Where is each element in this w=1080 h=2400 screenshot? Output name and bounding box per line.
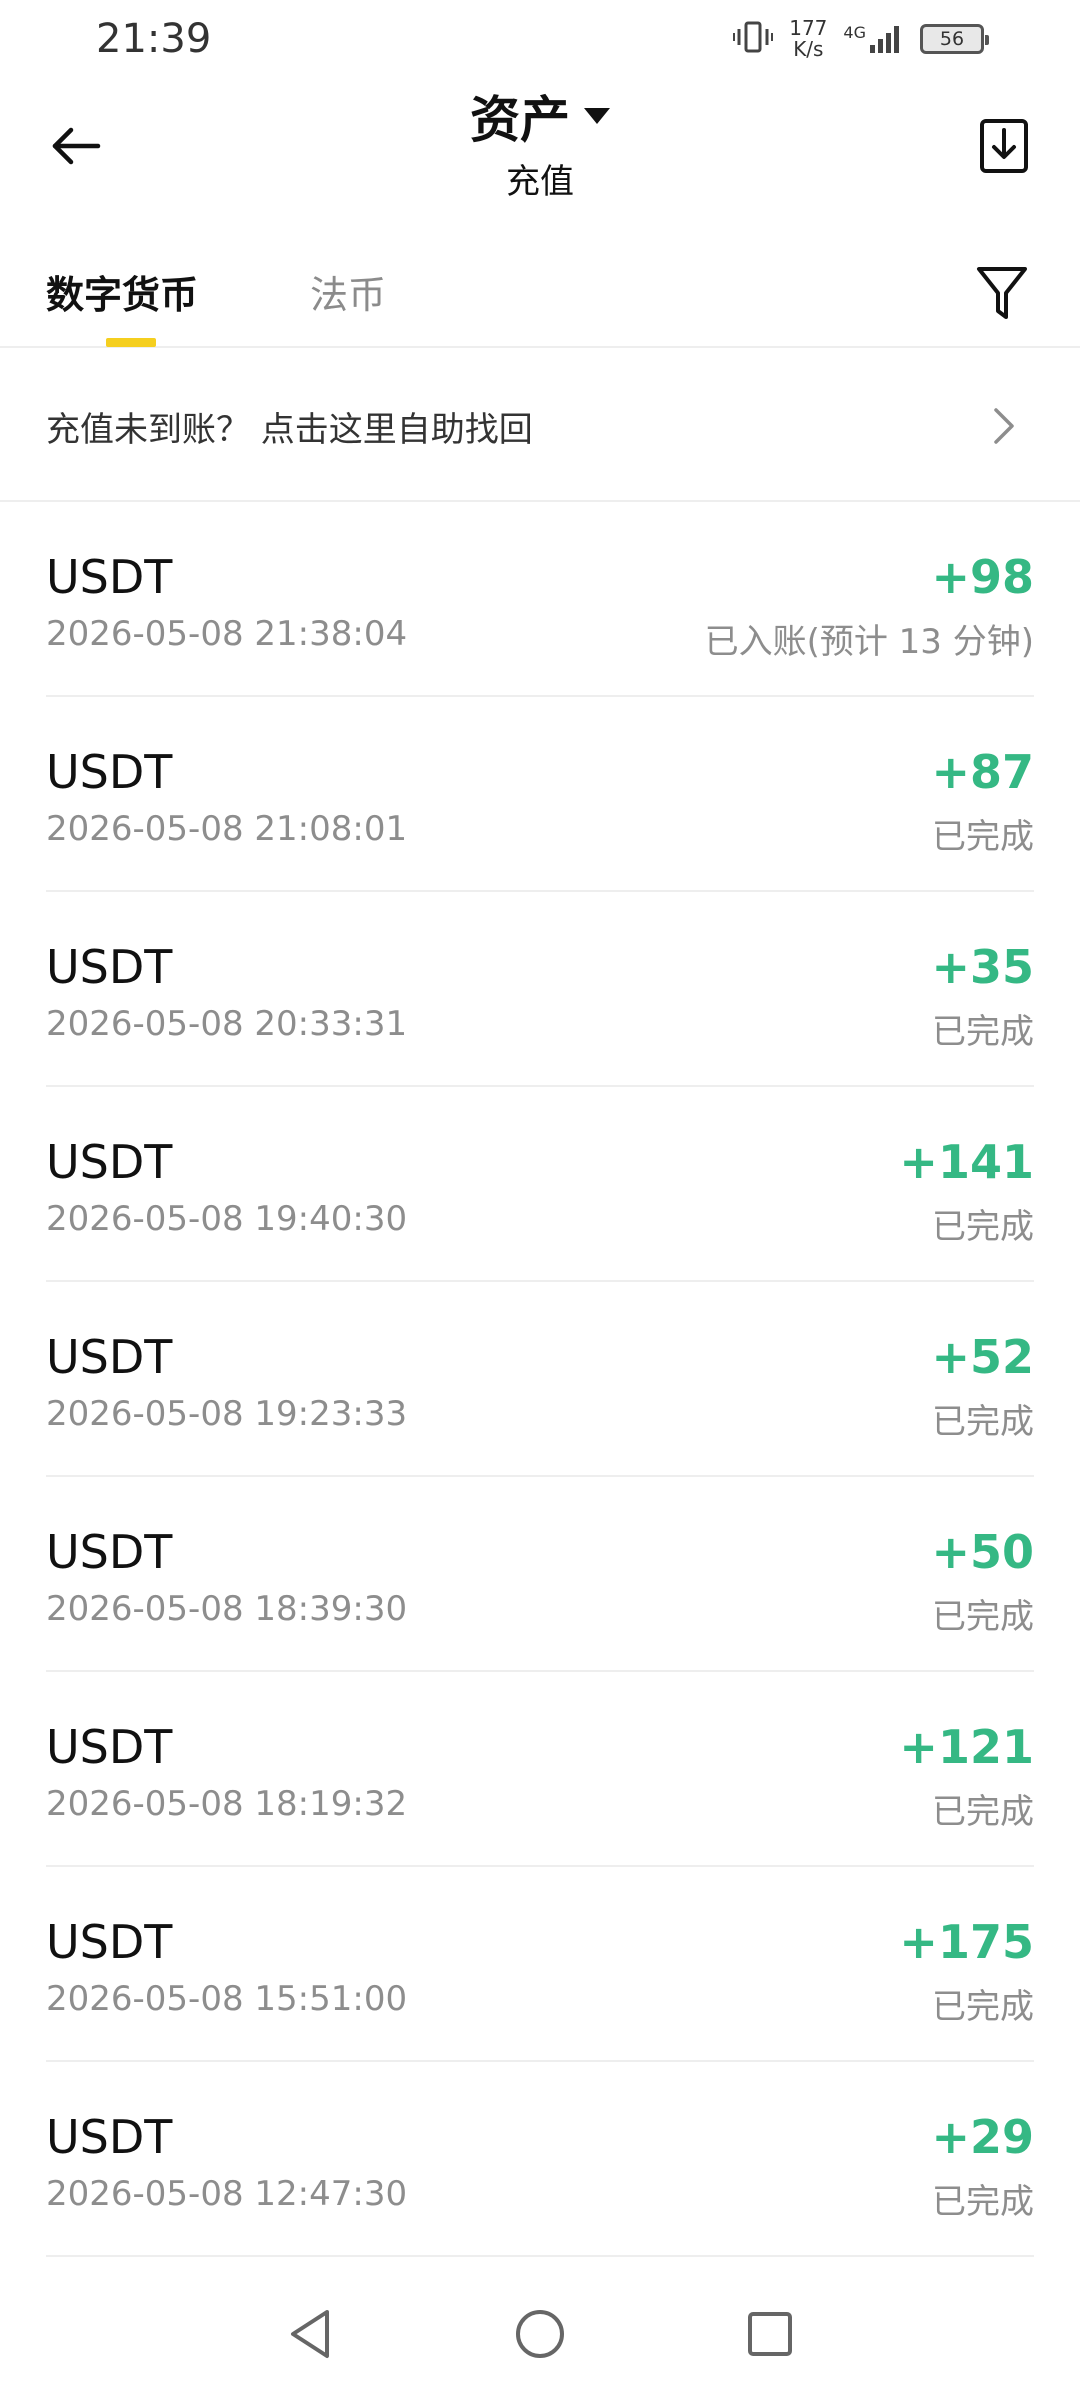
record-time: 2026-05-08 20:33:31 bbox=[46, 1004, 408, 1044]
network-speed-unit: K/s bbox=[793, 37, 824, 61]
nav-back-button[interactable] bbox=[272, 2296, 348, 2372]
record-time: 2026-05-08 15:51:00 bbox=[46, 1979, 408, 2019]
coin-name: USDT bbox=[46, 940, 173, 994]
record-status: 已完成 bbox=[932, 817, 1034, 857]
record-status: 已完成 bbox=[932, 1402, 1034, 1442]
status-time: 21:39 bbox=[96, 16, 212, 62]
status-icons: 177 K/s 4G 56 bbox=[733, 16, 989, 62]
triangle-back-icon bbox=[291, 2310, 329, 2358]
network-type-label: 4G bbox=[843, 23, 866, 42]
deposit-record-list: USDT 2026-05-08 21:38:04 +98 已入账(预计 13 分… bbox=[0, 502, 1080, 2257]
list-item[interactable]: USDT 2026-05-08 19:23:33 +52 已完成 bbox=[46, 1282, 1034, 1477]
record-amount: +29 bbox=[931, 2110, 1034, 2164]
list-item[interactable]: USDT 2026-05-08 12:47:30 +29 已完成 bbox=[46, 2062, 1034, 2257]
coin-name: USDT bbox=[46, 1915, 173, 1969]
help-banner[interactable]: 充值未到账？ 点击这里自助找回 bbox=[0, 350, 1080, 502]
record-status: 已完成 bbox=[932, 1987, 1034, 2027]
record-amount: +121 bbox=[899, 1720, 1034, 1774]
record-amount: +52 bbox=[931, 1330, 1034, 1384]
list-item[interactable]: USDT 2026-05-08 20:33:31 +35 已完成 bbox=[46, 892, 1034, 1087]
battery-level: 56 bbox=[939, 28, 965, 50]
coin-name: USDT bbox=[46, 1525, 173, 1579]
record-time: 2026-05-08 19:40:30 bbox=[46, 1199, 408, 1239]
app-header: 资产 充值 bbox=[0, 78, 1080, 214]
list-item[interactable]: USDT 2026-05-08 18:39:30 +50 已完成 bbox=[46, 1477, 1034, 1672]
list-item[interactable]: USDT 2026-05-08 15:51:00 +175 已完成 bbox=[46, 1867, 1034, 2062]
coin-name: USDT bbox=[46, 550, 173, 604]
export-button[interactable] bbox=[968, 110, 1040, 182]
list-item[interactable]: USDT 2026-05-08 21:38:04 +98 已入账(预计 13 分… bbox=[46, 502, 1034, 697]
record-status: 已完成 bbox=[932, 1012, 1034, 1052]
coin-name: USDT bbox=[46, 1330, 173, 1384]
record-amount: +50 bbox=[931, 1525, 1034, 1579]
vibrate-icon bbox=[733, 19, 774, 59]
tab-fiat[interactable]: 法币 bbox=[310, 264, 386, 319]
record-time: 2026-05-08 19:23:33 bbox=[46, 1394, 408, 1434]
title-block: 资产 充值 bbox=[0, 78, 1080, 214]
record-time: 2026-05-08 12:47:30 bbox=[46, 2174, 408, 2214]
coin-name: USDT bbox=[46, 2110, 173, 2164]
status-bar: 21:39 177 K/s 4G 56 bbox=[0, 0, 1080, 78]
record-time: 2026-05-08 21:08:01 bbox=[46, 809, 408, 849]
nav-home-button[interactable] bbox=[502, 2296, 578, 2372]
list-item[interactable]: USDT 2026-05-08 18:19:32 +121 已完成 bbox=[46, 1672, 1034, 1867]
record-status: 已完成 bbox=[932, 1207, 1034, 1247]
nav-recent-button[interactable] bbox=[732, 2296, 808, 2372]
signal-icon: 4G bbox=[843, 23, 904, 55]
caret-down-icon bbox=[584, 108, 610, 124]
record-status: 已入账(预计 13 分钟) bbox=[704, 622, 1034, 662]
record-status: 已完成 bbox=[932, 1597, 1034, 1637]
record-time: 2026-05-08 18:39:30 bbox=[46, 1589, 408, 1629]
system-nav-bar bbox=[0, 2268, 1080, 2400]
circle-home-icon bbox=[516, 2310, 564, 2358]
list-item[interactable]: USDT 2026-05-08 21:08:01 +87 已完成 bbox=[46, 697, 1034, 892]
back-button[interactable] bbox=[40, 110, 112, 182]
tab-bar: 数字货币 法币 bbox=[0, 240, 1080, 348]
battery-indicator: 56 bbox=[920, 24, 989, 54]
square-recent-icon bbox=[748, 2312, 792, 2356]
coin-name: USDT bbox=[46, 1720, 173, 1774]
coin-name: USDT bbox=[46, 745, 173, 799]
record-time: 2026-05-08 21:38:04 bbox=[46, 614, 408, 654]
record-status: 已完成 bbox=[932, 2182, 1034, 2222]
record-amount: +141 bbox=[899, 1135, 1034, 1189]
record-amount: +98 bbox=[931, 550, 1034, 604]
record-status: 已完成 bbox=[932, 1792, 1034, 1832]
filter-icon bbox=[977, 267, 1027, 319]
filter-button[interactable] bbox=[968, 260, 1036, 328]
record-amount: +35 bbox=[931, 940, 1034, 994]
active-tab-indicator bbox=[106, 338, 156, 347]
network-speed: 177 K/s bbox=[789, 18, 827, 60]
record-time: 2026-05-08 18:19:32 bbox=[46, 1784, 408, 1824]
asset-switcher[interactable]: 资产 bbox=[470, 80, 610, 152]
record-amount: +87 bbox=[931, 745, 1034, 799]
network-speed-value: 177 bbox=[789, 16, 828, 40]
list-item[interactable]: USDT 2026-05-08 19:40:30 +141 已完成 bbox=[46, 1087, 1034, 1282]
download-icon bbox=[980, 119, 1028, 173]
help-banner-text: 充值未到账？ 点击这里自助找回 bbox=[46, 410, 533, 450]
arrow-left-icon bbox=[52, 127, 101, 165]
page-title: 资产 bbox=[470, 91, 570, 149]
tab-crypto[interactable]: 数字货币 bbox=[46, 264, 198, 319]
record-amount: +175 bbox=[899, 1915, 1034, 1969]
coin-name: USDT bbox=[46, 1135, 173, 1189]
page-subtitle: 充值 bbox=[506, 162, 574, 202]
chevron-right-icon bbox=[994, 408, 1014, 444]
